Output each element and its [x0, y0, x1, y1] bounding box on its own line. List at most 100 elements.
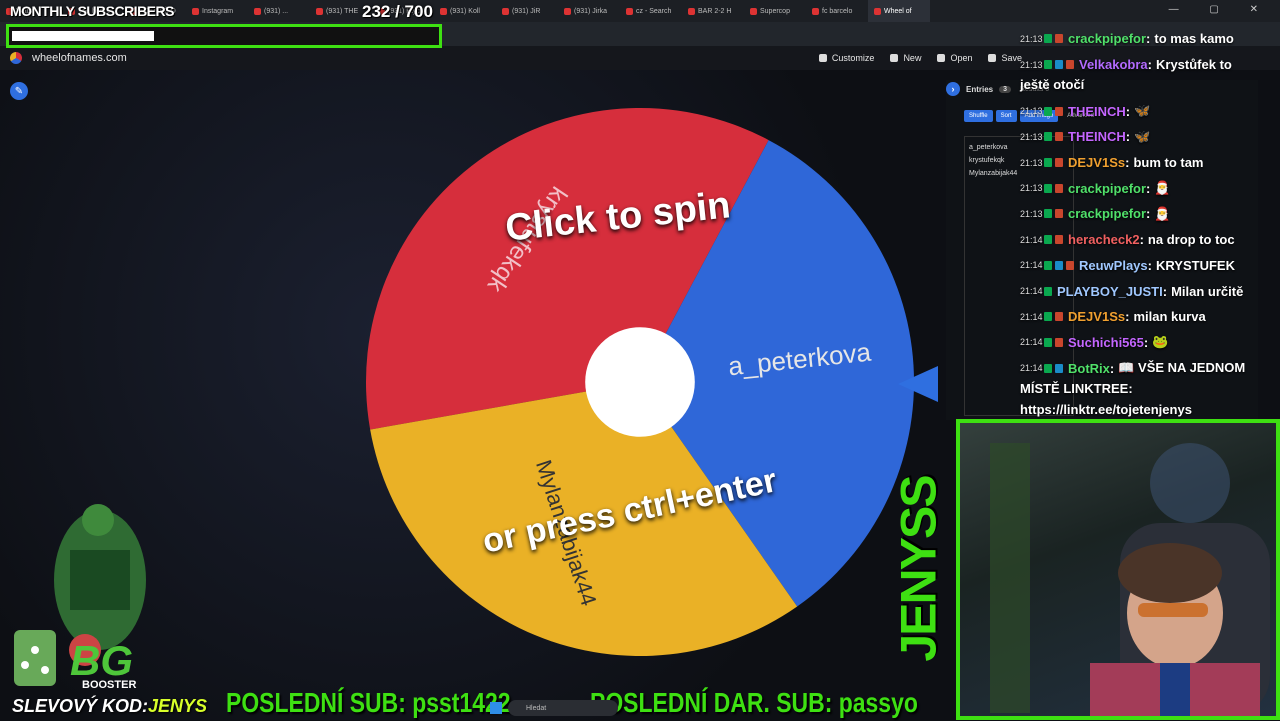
chat-timestamp: 21:13 — [1020, 183, 1043, 194]
shuffle-button[interactable]: Shuffle — [964, 110, 993, 122]
chat-timestamp: 21:14 — [1020, 311, 1043, 322]
chat-timestamp: 21:14 — [1020, 260, 1043, 271]
browser-tab[interactable]: (931) Jirka — [558, 0, 620, 22]
chat-username[interactable]: crackpipefor — [1068, 206, 1146, 221]
mod-badge-icon — [1044, 337, 1052, 347]
entries-tab[interactable]: Entries — [966, 85, 993, 94]
sub-badge-icon — [1055, 235, 1063, 245]
chevron-right-icon[interactable]: › — [946, 82, 960, 96]
mod-badge-icon — [1044, 158, 1052, 168]
chat-separator: : — [1146, 206, 1151, 222]
svg-text:BG: BG — [70, 637, 133, 684]
bot-badge-icon — [1055, 60, 1063, 70]
open-label: Open — [950, 53, 973, 63]
chat-username[interactable]: ReuwPlays — [1079, 258, 1148, 273]
site-title: wheelofnames.com — [32, 52, 127, 64]
tab-favicon-icon — [316, 7, 323, 15]
chat-text: milan kurva — [1133, 309, 1206, 325]
entries-count-badge: 3 — [999, 85, 1012, 93]
chat-username[interactable]: crackpipefor — [1068, 31, 1146, 46]
tab-label: Supercop — [760, 7, 790, 15]
chat-username[interactable]: Velkakobra — [1079, 57, 1148, 72]
sub-badge-icon — [1066, 60, 1074, 70]
chat-text: na drop to toc — [1147, 232, 1235, 248]
wheel-logo-icon — [10, 52, 22, 64]
chat-username[interactable]: THEINCH — [1068, 129, 1126, 144]
sub-badge-icon — [1055, 132, 1063, 142]
browser-tab[interactable]: cz - Search — [620, 0, 682, 22]
chat-username[interactable]: heracheck2 — [1068, 232, 1140, 247]
browser-tab[interactable]: Instagram — [186, 0, 248, 22]
tab-favicon-icon — [502, 7, 509, 15]
chat-timestamp: 21:14 — [1020, 286, 1043, 297]
chat-text: 🦋 — [1134, 128, 1151, 144]
chat-message: 21:13 crackpipefor : to mas kamo — [1016, 26, 1278, 52]
chat-text-continued: ještě otočí — [1020, 77, 1085, 93]
sub-badge-icon — [1055, 106, 1063, 116]
chat-timestamp: 21:13 — [1020, 208, 1043, 219]
new-button[interactable]: New — [890, 53, 921, 63]
subscriber-goal-bar — [6, 24, 442, 48]
chat-separator: : — [1125, 309, 1130, 325]
chat-message: 21:14 BotRix : 📖 VŠE NA JEDNOM — [1016, 355, 1278, 381]
chat-message: 21:14 PLAYBOY_JUSTI : Milan určitě — [1016, 278, 1278, 304]
sort-button[interactable]: Sort — [995, 110, 1017, 122]
browser-tab[interactable]: Wheel of — [868, 0, 930, 22]
chat-separator: : — [1147, 57, 1152, 73]
folder-icon — [937, 54, 946, 62]
tab-favicon-icon — [626, 7, 633, 15]
tab-favicon-icon — [688, 7, 695, 15]
tab-favicon-icon — [874, 7, 881, 15]
browser-tab[interactable]: Supercop — [744, 0, 806, 22]
chat-username[interactable]: DEJV1Ss — [1068, 309, 1125, 324]
sub-badge-icon — [1055, 34, 1063, 44]
chat-message: 21:14 heracheck2 : na drop to toc — [1016, 227, 1278, 253]
windows-start-icon[interactable] — [490, 702, 502, 714]
subscriber-progress-fill — [12, 31, 155, 41]
browser-tab[interactable]: (931) ... — [248, 0, 310, 22]
chat-separator: : — [1125, 129, 1131, 145]
sub-badge-icon — [1055, 183, 1063, 193]
chat-text: bum to tam — [1133, 155, 1204, 171]
tab-label: (931) ... — [264, 7, 289, 15]
tab-favicon-icon — [192, 7, 199, 15]
mod-badge-icon — [1044, 209, 1052, 219]
chat-separator: : — [1125, 103, 1131, 119]
chat-separator: : — [1139, 232, 1144, 248]
chat-message: 21:14 DEJV1Ss : milan kurva — [1016, 304, 1278, 330]
window-controls[interactable]: — ▢ ✕ — [1169, 4, 1272, 15]
chat-text: 🐸 — [1152, 334, 1169, 350]
browser-tab[interactable]: (931) JiR — [496, 0, 558, 22]
chat-message: 21:14 Suchichi565 : 🐸 — [1016, 330, 1278, 356]
chat-separator: : — [1162, 283, 1168, 299]
webcam-feed — [956, 419, 1280, 720]
chat-separator: : — [1143, 334, 1149, 350]
mod-badge-icon — [1044, 60, 1052, 70]
chat-username[interactable]: THEINCH — [1068, 104, 1126, 119]
chat-message: 21:13 crackpipefor : 🎅 — [1016, 175, 1278, 201]
chat-username[interactable]: BotRix — [1068, 361, 1110, 376]
tab-favicon-icon — [254, 7, 261, 15]
tab-label: (931) Koll — [450, 7, 480, 15]
browser-tab[interactable]: fc barcelo — [806, 0, 868, 22]
edit-pencil-icon[interactable]: ✎ — [10, 82, 28, 100]
chat-username[interactable]: Suchichi565 — [1068, 335, 1144, 350]
taskbar-search[interactable]: Hledat — [508, 700, 618, 716]
tab-favicon-icon — [812, 7, 819, 15]
browser-tab[interactable]: BAR 2-2 H — [682, 0, 744, 22]
browser-tab[interactable]: (931) Koll — [434, 0, 496, 22]
tab-label: (931) THE — [326, 7, 359, 15]
tab-favicon-icon — [564, 7, 571, 15]
open-button[interactable]: Open — [937, 53, 972, 63]
chat-message: 21:13 Velkakobra : Krystůfek to — [1016, 52, 1278, 78]
entries-header[interactable]: › Entries 3 — [946, 80, 1012, 98]
customize-button[interactable]: Customize — [818, 53, 874, 63]
chat-timestamp: 21:14 — [1020, 337, 1043, 348]
chat-username[interactable]: crackpipefor — [1068, 181, 1146, 196]
chat-username[interactable]: PLAYBOY_JUSTI — [1057, 284, 1163, 299]
wheel-center[interactable] — [585, 327, 695, 437]
chat-timestamp: 21:13 — [1020, 131, 1043, 142]
spin-wheel[interactable] — [366, 108, 914, 656]
chat-username[interactable]: DEJV1Ss — [1068, 155, 1125, 170]
discount-code-value: JENYS — [148, 696, 208, 716]
